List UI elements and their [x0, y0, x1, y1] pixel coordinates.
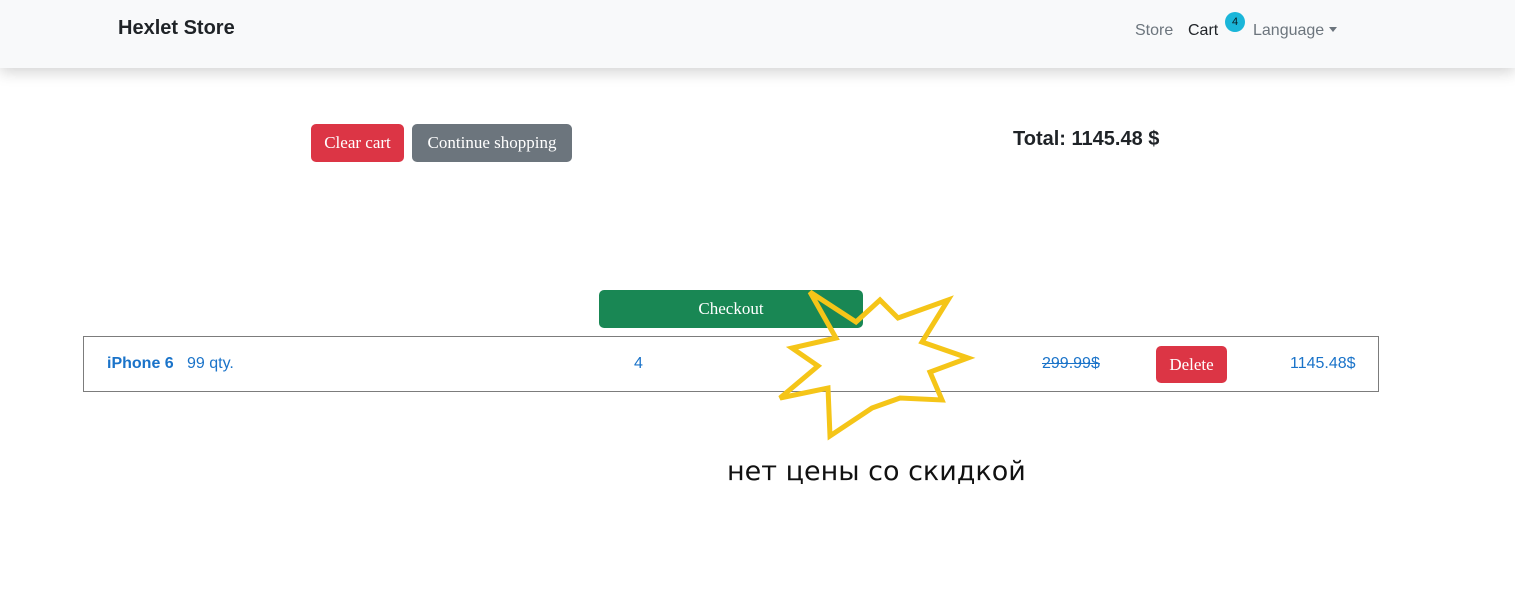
starburst-annotation-icon	[778, 289, 976, 441]
cart-count-badge: 4	[1225, 12, 1245, 32]
item-stock: 99 qty.	[187, 355, 234, 372]
brand-logo[interactable]: Hexlet Store	[118, 17, 235, 40]
continue-shopping-button[interactable]: Continue shopping	[412, 124, 572, 162]
starburst-shape	[778, 289, 976, 441]
item-line-total: 1145.48$	[1290, 355, 1356, 372]
cart-total: Total: 1145.48 $	[1013, 128, 1160, 150]
language-label: Language	[1253, 22, 1325, 39]
nav-store-link[interactable]: Store	[1135, 22, 1173, 40]
cart-item-row: iPhone 6 99 qty. 4 299.99$ Delete 1145.4…	[83, 336, 1379, 392]
item-original-price: 299.99$	[1042, 355, 1100, 372]
navbar: Hexlet Store Store Cart 4 Language	[0, 0, 1515, 68]
nav-cart-link[interactable]: Cart	[1188, 22, 1218, 40]
clear-cart-button[interactable]: Clear cart	[311, 124, 404, 162]
language-dropdown[interactable]: Language	[1253, 22, 1338, 40]
delete-item-button[interactable]: Delete	[1156, 346, 1227, 383]
item-quantity: 4	[634, 355, 643, 372]
annotation-note: нет цены со скидкой	[727, 456, 1026, 487]
item-name-link[interactable]: iPhone 6	[107, 355, 174, 373]
caret-down-icon	[1329, 27, 1338, 32]
